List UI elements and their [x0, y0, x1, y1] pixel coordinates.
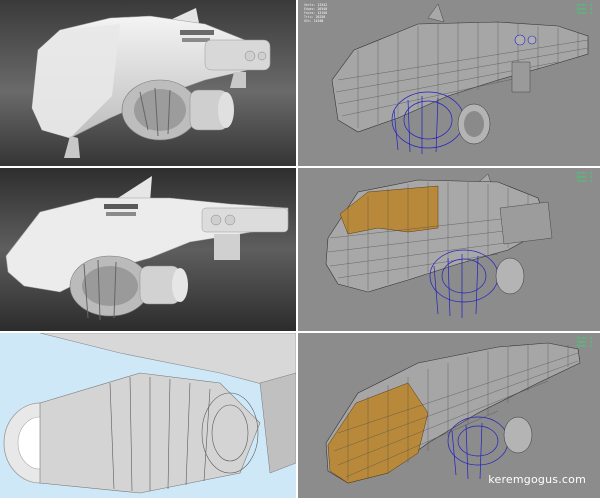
wireframe-view — [298, 0, 600, 166]
render-viewport-middle-left[interactable] — [0, 168, 296, 331]
wireframe-viewport-middle-right[interactable]: Verts: 0 Edges: 0 Faces: 0 — [298, 168, 600, 331]
render-viewport-top-left[interactable] — [0, 0, 296, 166]
side-stats-hud: Verts: 0 Edges: 0 Faces: 0 — [576, 336, 592, 348]
render-viewport-bottom-left[interactable] — [0, 333, 296, 498]
wireframe-viewport-top-right[interactable]: Verts: 13342 Edges: 26540 Faces: 13156 Tris… — [298, 0, 600, 166]
render-view — [0, 168, 296, 331]
poly-count-hud: Verts: 13342 Edges: 26540 Faces: 13156 Tris… — [304, 3, 328, 23]
side-stats-hud: Verts: 0 Edges: 0 Faces: 0 — [576, 3, 592, 15]
wireframe-view — [298, 168, 600, 331]
render-view — [0, 333, 296, 498]
watermark-text: keremgogus.com — [488, 473, 586, 486]
render-view — [0, 0, 296, 166]
side-stats-hud: Verts: 0 Edges: 0 Faces: 0 — [576, 171, 592, 183]
